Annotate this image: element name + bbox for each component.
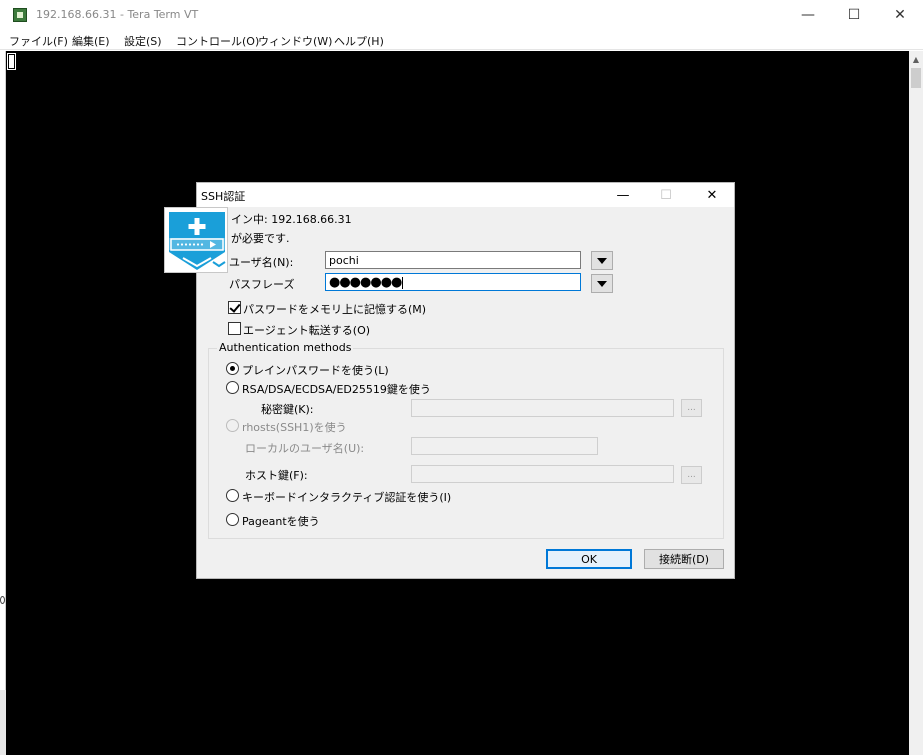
login-status-text: イン中: 192.168.66.31 [231,213,352,226]
host-key-label: ホスト鍵(F): [245,469,308,482]
vertical-scrollbar[interactable]: ▲ [909,51,923,755]
username-input[interactable]: pochi [325,251,581,269]
dialog-titlebar: SSH認証 — ☐ ✕ [197,183,734,207]
maximize-button[interactable]: ☐ [831,0,877,30]
window-titlebar: 192.168.66.31 - Tera Term VT — ☐ ✕ [0,0,923,30]
remember-password-checkbox[interactable] [228,301,241,314]
private-key-label: 秘密鍵(K): [261,403,314,416]
rsa-key-label: RSA/DSA/ECDSA/ED25519鍵を使う [242,383,431,396]
local-user-input[interactable] [411,437,598,455]
plain-password-label: プレインパスワードを使う(L) [242,364,389,377]
agent-forward-label: エージェント転送する(O) [243,324,371,337]
dialog-minimize-button[interactable]: — [601,183,645,207]
menu-control[interactable]: コントロール(O) [176,33,259,49]
host-key-browse-button[interactable]: ... [681,466,702,484]
edge-marker [0,596,5,604]
radio-plain-password[interactable] [226,362,239,375]
passphrase-dropdown-button[interactable] [591,274,613,293]
agent-forward-checkbox[interactable] [228,322,241,335]
menu-file[interactable]: ファイル(F) [9,33,68,49]
passphrase-label: パスフレーズ [229,278,295,291]
minimize-button[interactable]: — [785,0,831,30]
dialog-close-button[interactable]: ✕ [690,183,734,207]
menu-window[interactable]: ウィンドウ(W) [258,33,332,49]
username-dropdown-button[interactable] [591,251,613,270]
close-button[interactable]: ✕ [877,0,923,30]
username-label: ユーザ名(N): [229,256,294,269]
ok-button[interactable]: OK [546,549,632,569]
menu-setup[interactable]: 設定(S) [124,33,162,49]
pageant-label: Pageantを使う [242,515,320,528]
menu-bar: ファイル(F) 編集(E) 設定(S) コントロール(O) ウィンドウ(W) ヘ… [0,30,923,50]
disconnect-button[interactable]: 接続断(D) [644,549,724,569]
passphrase-mask: ●●●●●●● [329,275,402,290]
menu-edit[interactable]: 編集(E) [72,33,110,49]
triangle-down-icon [597,280,607,287]
remember-password-label: パスワードをメモリ上に記憶する(M) [243,303,427,316]
text-caret [402,277,404,289]
auth-required-text: が必要です. [231,232,290,245]
scroll-up-arrow-icon[interactable]: ▲ [909,51,923,68]
rhosts-label: rhosts(SSH1)を使う [242,421,347,434]
radio-rhosts[interactable] [226,419,239,432]
menu-help[interactable]: ヘルプ(H) [334,33,384,49]
window-title: 192.168.66.31 - Tera Term VT [36,8,199,21]
tera-term-icon [13,8,27,22]
private-key-input[interactable] [411,399,674,417]
radio-rsa-key[interactable] [226,381,239,394]
dialog-maximize-button: ☐ [660,187,672,203]
scroll-thumb[interactable] [911,68,921,88]
passphrase-input[interactable]: ●●●●●●● [325,273,581,291]
local-user-label: ローカルのユーザ名(U): [245,442,365,455]
auth-methods-title: Authentication methods [217,341,354,354]
host-key-input[interactable] [411,465,674,483]
terminal-cursor [7,53,16,70]
keyboard-interactive-label: キーボードインタラクティブ認証を使う(I) [242,491,452,504]
radio-keyboard-interactive[interactable] [226,489,239,502]
ssh-shield-icon [164,207,228,273]
private-key-browse-button[interactable]: ... [681,399,702,417]
ssh-auth-dialog: SSH認証 — ☐ ✕ イン中: 192.168.66.31 が必要です. ユー… [164,182,735,579]
dialog-title: SSH認証 [201,190,246,203]
triangle-down-icon [597,257,607,264]
radio-pageant[interactable] [226,513,239,526]
